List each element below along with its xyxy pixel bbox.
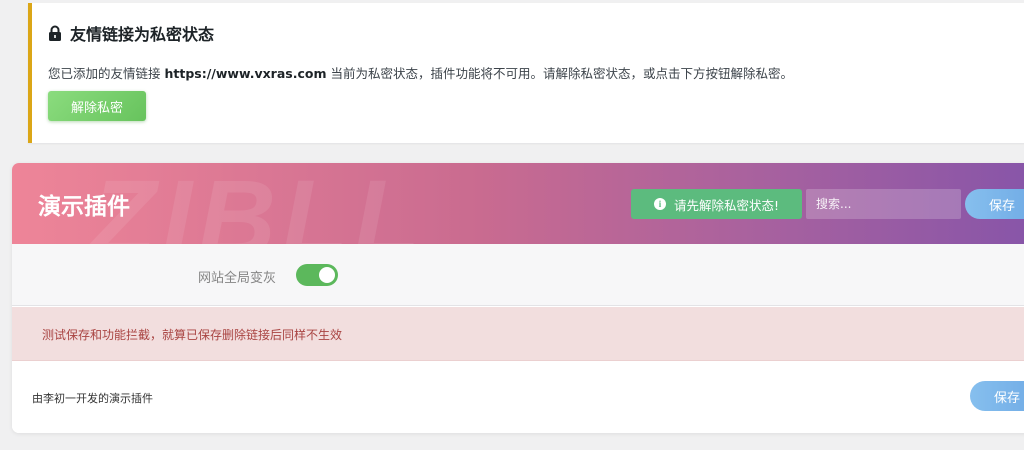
private-link-notice: 友情链接为私密状态 您已添加的友情链接 https://www.vxras.co… bbox=[28, 3, 1024, 143]
search-input[interactable] bbox=[806, 189, 961, 219]
notice-title-text: 友情链接为私密状态 bbox=[70, 25, 215, 44]
alert-row: 测试保存和功能拦截，就算已保存删除链接后同样不生效 bbox=[12, 307, 1024, 361]
page: 友情链接为私密状态 您已添加的友情链接 https://www.vxras.co… bbox=[0, 0, 1024, 450]
lock-icon bbox=[48, 25, 62, 42]
notice-title: 友情链接为私密状态 bbox=[48, 21, 214, 45]
panel-footer: 由李初一开发的演示插件 保存 bbox=[12, 361, 1024, 433]
notice-text-after: 当前为私密状态，插件功能将不可用。请解除私密状态，或点击下方按钮解除私密。 bbox=[326, 66, 793, 81]
unlock-warning-button[interactable]: i 请先解除私密状态! bbox=[631, 189, 802, 219]
panel-title: 演示插件 bbox=[38, 194, 130, 220]
save-button-bottom[interactable]: 保存 bbox=[970, 381, 1024, 411]
plugin-settings-panel: ZIBLL 演示插件 i 请先解除私密状态! 保存 网站全局变灰 测试保存和功能… bbox=[12, 163, 1024, 433]
save-button-top[interactable]: 保存 bbox=[965, 189, 1024, 219]
setting-row-gray-site: 网站全局变灰 bbox=[12, 244, 1024, 306]
header-watermark: ZIBLL bbox=[90, 163, 426, 244]
friend-link-url: https://www.vxras.com bbox=[164, 66, 327, 81]
toggle-knob bbox=[319, 267, 335, 283]
warning-button-label: 请先解除私密状态! bbox=[673, 197, 779, 213]
footer-text: 由李初一开发的演示插件 bbox=[32, 392, 153, 405]
alert-text: 测试保存和功能拦截，就算已保存删除链接后同样不生效 bbox=[42, 328, 343, 342]
notice-message: 您已添加的友情链接 https://www.vxras.com 当前为私密状态，… bbox=[48, 63, 793, 82]
gray-site-toggle[interactable] bbox=[296, 264, 338, 286]
notice-text-before: 您已添加的友情链接 bbox=[48, 66, 165, 81]
unlock-private-button[interactable]: 解除私密 bbox=[48, 91, 146, 121]
info-icon: i bbox=[653, 198, 666, 210]
panel-header: ZIBLL 演示插件 i 请先解除私密状态! 保存 bbox=[12, 163, 1024, 244]
gray-site-label: 网站全局变灰 bbox=[198, 271, 277, 286]
